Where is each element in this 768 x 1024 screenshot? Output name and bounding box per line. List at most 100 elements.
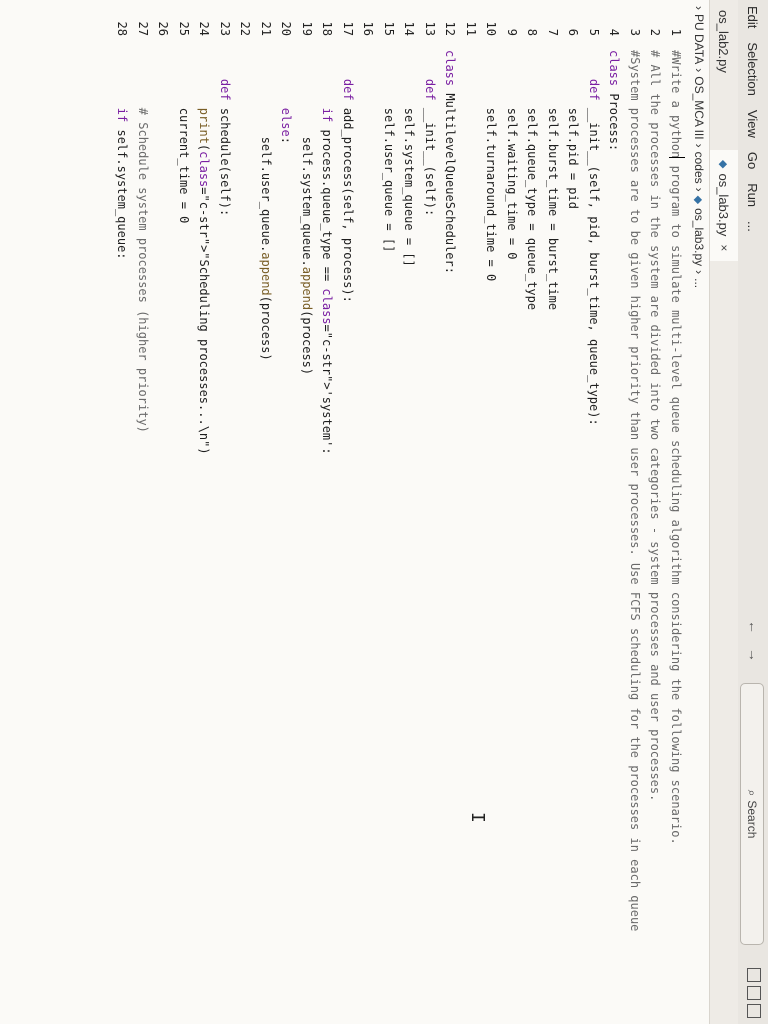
code-text: self.turnaround_time = 0 xyxy=(484,50,499,282)
breadcrumb-item[interactable]: codes xyxy=(692,152,706,184)
breadcrumb-chevron-icon: › xyxy=(692,6,706,10)
text-caret xyxy=(669,157,685,158)
code-text: print(class="c-str">"Scheduling processe… xyxy=(197,107,212,455)
code-text: current_time = 0 xyxy=(177,50,191,224)
code-text: # All the processes in the system are di… xyxy=(648,50,663,802)
code-text: #Write a python program to simulate mult… xyxy=(669,50,685,845)
code-line[interactable]: 3 #System processes are to be given highe… xyxy=(625,0,645,1024)
line-number: 23 xyxy=(218,21,232,36)
code-line[interactable]: 27 # Schedule system processes (higher p… xyxy=(133,0,153,1024)
code-line[interactable]: 17 def add_process(self, process): xyxy=(338,0,358,1024)
code-line[interactable]: 25 current_time = 0 xyxy=(174,0,194,1024)
tab-os-lab2[interactable]: os_lab2.py xyxy=(710,0,738,83)
code-line[interactable]: 24 print(class="c-str">"Scheduling proce… xyxy=(195,0,215,1024)
forward-arrow-icon[interactable]: → xyxy=(746,648,762,662)
code-text: self.user_queue.append(process) xyxy=(259,50,273,361)
back-arrow-icon[interactable]: ← xyxy=(746,620,762,634)
line-number: 11 xyxy=(464,21,478,36)
tab-os-lab3[interactable]: ◆ os_lab3.py × xyxy=(710,150,738,262)
menu-selection[interactable]: Selection xyxy=(746,42,761,95)
code-line[interactable]: 21 self.user_queue.append(process) xyxy=(256,0,276,1024)
code-line[interactable]: 8 self.queue_type = queue_type xyxy=(523,0,543,1024)
code-text: self.queue_type = queue_type xyxy=(525,50,540,311)
line-number: 10 xyxy=(484,21,499,36)
code-line[interactable]: 4 class Process: xyxy=(605,0,625,1024)
line-number: 7 xyxy=(546,28,560,36)
breadcrumb-chevron-icon: › xyxy=(692,270,706,275)
line-number: 13 xyxy=(423,21,437,36)
code-line[interactable]: 7 self.burst_time = burst_time xyxy=(543,0,563,1024)
python-file-icon: ◆ xyxy=(692,195,705,205)
code-text: def schedule(self): xyxy=(218,78,232,217)
breadcrumb-chevron-icon: › xyxy=(692,187,706,192)
toggle-sidebar-icon[interactable] xyxy=(747,968,761,982)
code-line[interactable]: 20 else: xyxy=(277,0,297,1024)
line-number: 21 xyxy=(259,21,273,36)
line-number: 20 xyxy=(279,21,294,36)
text-cursor-icon: I xyxy=(467,812,488,823)
breadcrumb-item[interactable]: PU DATA xyxy=(692,14,706,64)
code-text: self.system_queue = [] xyxy=(402,50,417,267)
menu-more[interactable]: ... xyxy=(746,221,761,232)
code-line[interactable]: 14 self.system_queue = [] xyxy=(400,0,420,1024)
code-text: #System processes are to be given higher… xyxy=(628,50,642,932)
search-icon: ⌕ xyxy=(745,789,760,797)
line-number: 25 xyxy=(177,21,191,36)
code-line[interactable]: 10 self.turnaround_time = 0 xyxy=(482,0,502,1024)
line-number: 16 xyxy=(361,21,376,36)
code-text: class MultilevelQueueScheduler: xyxy=(443,50,458,274)
python-file-icon: ◆ xyxy=(717,160,730,169)
breadcrumb: › PU DATA › OS_MCA III › codes › ◆ os_la… xyxy=(688,6,710,292)
line-number: 12 xyxy=(443,21,458,36)
code-text: if self.system_queue: xyxy=(115,107,130,260)
code-text: if process.queue_type == class="c-str">'… xyxy=(320,107,335,455)
menu-edit[interactable]: Edit xyxy=(746,6,761,28)
code-text: self.system_queue.append(process) xyxy=(300,50,314,376)
code-line[interactable]: 13 def __init__(self): xyxy=(420,0,440,1024)
menu-go[interactable]: Go xyxy=(746,152,761,169)
toggle-panel-icon[interactable] xyxy=(747,986,761,1000)
line-number: 27 xyxy=(136,21,150,36)
toggle-secondary-sidebar-icon[interactable] xyxy=(747,1004,761,1018)
breadcrumb-item[interactable]: ... xyxy=(692,278,706,288)
code-line[interactable]: 2 # All the processes in the system are d… xyxy=(646,0,666,1024)
code-text: def __init__(self): xyxy=(423,78,437,217)
code-line[interactable]: 26 xyxy=(154,0,174,1024)
layout-controls xyxy=(747,964,761,1018)
code-line[interactable]: 23 def schedule(self): xyxy=(215,0,235,1024)
code-text: def add_process(self, process): xyxy=(341,78,355,303)
code-line[interactable]: 11 xyxy=(461,0,481,1024)
code-line[interactable]: 19 self.system_queue.append(process) xyxy=(297,0,317,1024)
line-number: 18 xyxy=(320,21,335,36)
code-line[interactable]: 28 if self.system_queue: xyxy=(113,0,133,1024)
line-number: 17 xyxy=(341,21,355,36)
line-number: 1 xyxy=(669,28,683,36)
code-text: self.pid = pid xyxy=(566,50,581,209)
code-line[interactable]: 9 self.waiting_time = 0 xyxy=(502,0,522,1024)
line-number: 4 xyxy=(607,28,622,36)
breadcrumb-item[interactable]: OS_MCA III xyxy=(692,76,706,139)
line-number: 24 xyxy=(197,21,212,36)
code-text: self.waiting_time = 0 xyxy=(505,50,519,260)
search-box[interactable]: ⌕ Search xyxy=(740,683,764,945)
breadcrumb-chevron-icon: › xyxy=(692,143,706,148)
line-number: 14 xyxy=(402,21,417,36)
line-number: 6 xyxy=(566,28,581,36)
code-line[interactable]: 5 def __init__(self, pid, burst_time, qu… xyxy=(584,0,604,1024)
menu-run[interactable]: Run xyxy=(746,183,761,207)
tab-bar: os_lab2.py ◆ os_lab3.py × xyxy=(709,0,738,1024)
code-line[interactable]: 6 self.pid = pid xyxy=(564,0,584,1024)
code-line[interactable]: 12 class MultilevelQueueScheduler: xyxy=(441,0,461,1024)
close-tab-icon[interactable]: × xyxy=(717,244,731,251)
code-line[interactable]: 16 xyxy=(359,0,379,1024)
line-number: 9 xyxy=(505,28,519,36)
code-line[interactable]: 18 if process.queue_type == class="c-str… xyxy=(318,0,338,1024)
line-number: 26 xyxy=(156,21,171,36)
code-line[interactable]: 1 #Write a python program to simulate mul… xyxy=(666,0,686,1024)
code-text: self.user_queue = [] xyxy=(382,50,396,253)
breadcrumb-item[interactable]: os_lab3.py xyxy=(692,208,706,266)
menu-bar: Edit Selection View Go Run ... xyxy=(738,6,768,246)
code-line[interactable]: 22 xyxy=(236,0,256,1024)
menu-view[interactable]: View xyxy=(746,110,761,138)
code-line[interactable]: 15 self.user_queue = [] xyxy=(379,0,399,1024)
